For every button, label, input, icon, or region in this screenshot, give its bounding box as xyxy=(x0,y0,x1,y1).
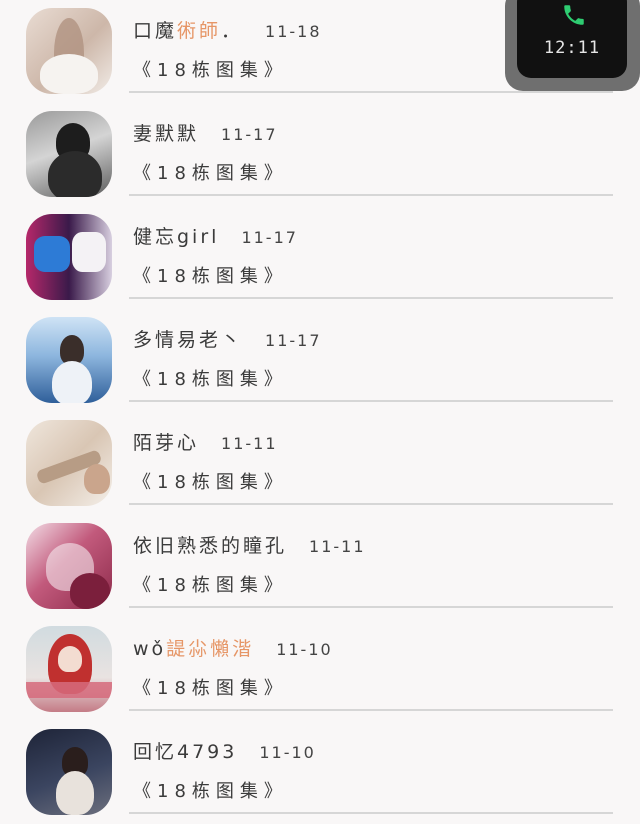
list-item[interactable]: 多情易老丶 11-17 《18栋图集》 xyxy=(0,309,640,412)
message-date: 11-17 xyxy=(265,331,322,350)
call-widget[interactable]: 12:11 xyxy=(505,0,640,91)
divider xyxy=(129,606,613,608)
divider xyxy=(129,91,613,93)
contact-name: 健忘girl xyxy=(133,226,220,248)
divider xyxy=(129,297,613,299)
group-name: 《18栋图集》 xyxy=(133,472,288,493)
avatar[interactable] xyxy=(26,729,112,815)
group-name: 《18栋图集》 xyxy=(133,60,288,81)
contact-name: 回忆4793 xyxy=(133,741,238,763)
contact-name: 口魔術師． xyxy=(133,20,244,42)
message-date: 11-18 xyxy=(265,22,322,41)
divider xyxy=(129,400,613,402)
list-item[interactable]: 陌芽心 11-11 《18栋图集》 xyxy=(0,412,640,515)
contact-name: 依旧熟悉的瞳孔 xyxy=(133,535,288,557)
list-item[interactable]: 依旧熟悉的瞳孔 11-11 《18栋图集》 xyxy=(0,515,640,618)
avatar[interactable] xyxy=(26,523,112,609)
message-date: 11-11 xyxy=(221,434,278,453)
call-widget-panel[interactable]: 12:11 xyxy=(517,0,627,78)
group-name: 《18栋图集》 xyxy=(133,781,288,802)
avatar[interactable] xyxy=(26,420,112,506)
list-item[interactable]: 妻默默 11-17 《18栋图集》 xyxy=(0,103,640,206)
avatar[interactable] xyxy=(26,111,112,197)
list-item[interactable]: wǒ諟尛懶湝 11-10 《18栋图集》 xyxy=(0,618,640,721)
message-date: 11-17 xyxy=(221,125,278,144)
phone-icon xyxy=(561,2,587,28)
avatar[interactable] xyxy=(26,8,112,94)
avatar[interactable] xyxy=(26,317,112,403)
divider xyxy=(129,709,613,711)
group-name: 《18栋图集》 xyxy=(133,369,288,390)
avatar[interactable] xyxy=(26,214,112,300)
group-name: 《18栋图集》 xyxy=(133,266,288,287)
list-item[interactable]: 健忘girl 11-17 《18栋图集》 xyxy=(0,206,640,309)
contact-name: 妻默默 xyxy=(133,123,200,145)
message-date: 11-11 xyxy=(309,537,366,556)
call-duration: 12:11 xyxy=(543,38,601,58)
group-name: 《18栋图集》 xyxy=(133,163,288,184)
divider xyxy=(129,812,613,814)
message-date: 11-10 xyxy=(276,640,333,659)
group-name: 《18栋图集》 xyxy=(133,678,288,699)
message-date: 11-10 xyxy=(259,743,316,762)
group-name: 《18栋图集》 xyxy=(133,575,288,596)
divider xyxy=(129,194,613,196)
message-date: 11-17 xyxy=(241,228,298,247)
contact-name: 多情易老丶 xyxy=(133,329,244,351)
list-item[interactable]: 回忆4793 11-10 《18栋图集》 xyxy=(0,721,640,824)
contact-name: wǒ諟尛懶湝 xyxy=(133,638,255,660)
avatar[interactable] xyxy=(26,626,112,712)
divider xyxy=(129,503,613,505)
contact-name: 陌芽心 xyxy=(133,432,200,454)
